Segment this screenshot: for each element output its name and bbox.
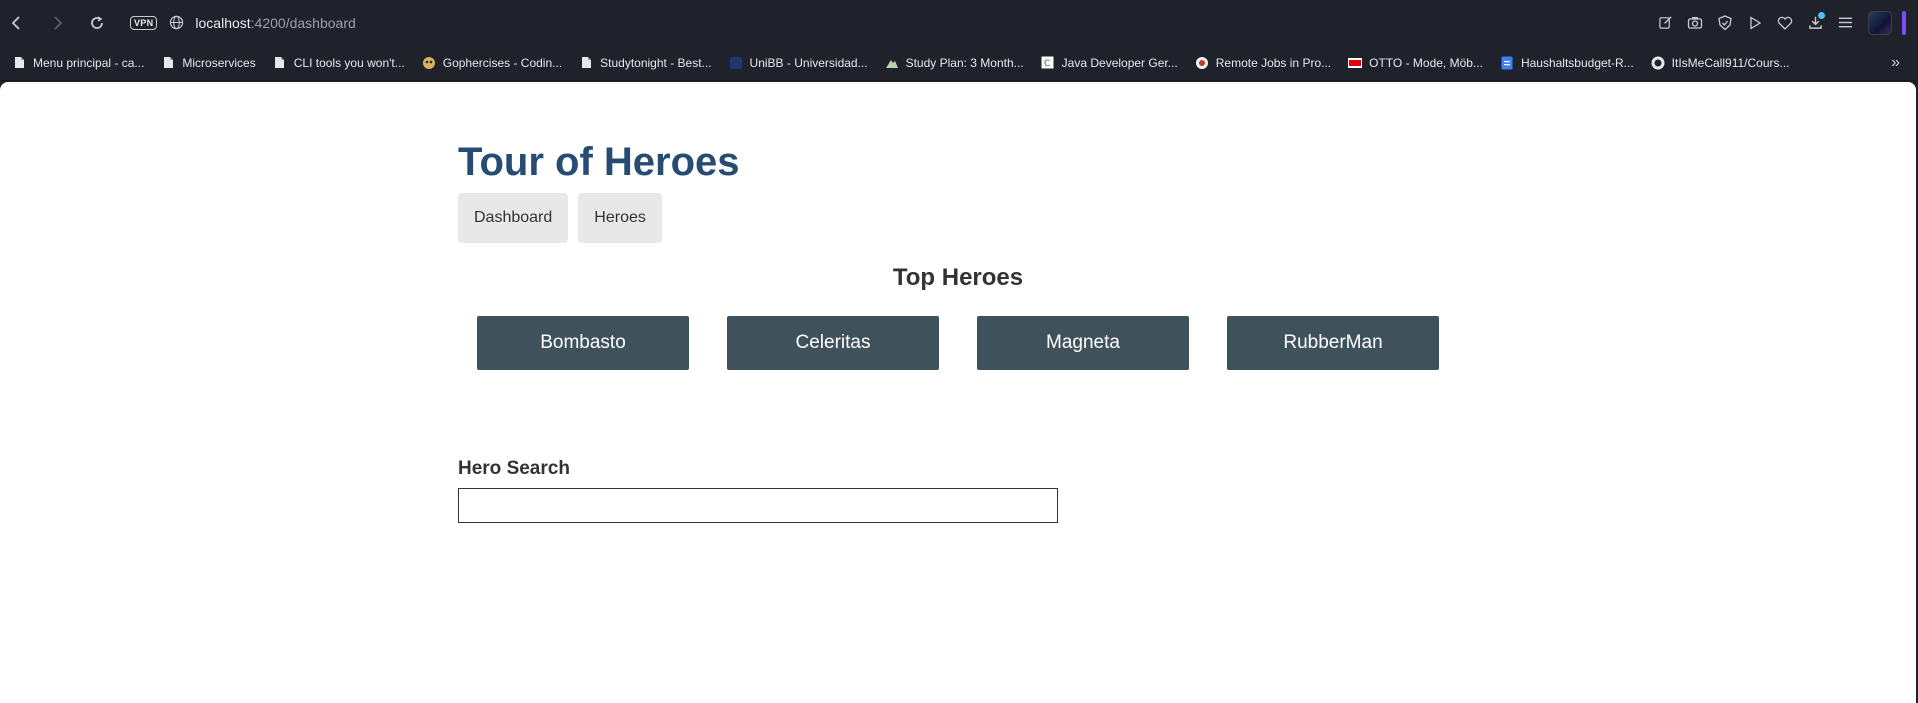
bookmarks-overflow-button[interactable]: »: [1891, 54, 1900, 72]
top-heroes-grid: Bombasto Celeritas Magneta RubberMan: [477, 316, 1439, 370]
gopher-icon: [422, 56, 436, 70]
forward-button[interactable]: [42, 8, 72, 38]
reload-icon: [91, 15, 103, 29]
unibb-icon: [729, 56, 743, 70]
bookmark-item[interactable]: Studytonight - Best...: [579, 55, 712, 70]
download-icon[interactable]: [1802, 10, 1828, 36]
bookmark-label: Studytonight - Best...: [600, 55, 712, 70]
bookmark-item[interactable]: Study Plan: 3 Month...: [885, 56, 1024, 70]
hero-card[interactable]: Magneta: [977, 316, 1189, 370]
hero-card[interactable]: Celeritas: [727, 316, 939, 370]
bookmark-item[interactable]: ItIsMeCall911/Cours...: [1651, 56, 1790, 70]
hero-search-label: Hero Search: [458, 458, 570, 479]
bookmark-item[interactable]: Menu principal - ca...: [12, 56, 144, 70]
bookmark-label: Java Developer Ger...: [1061, 55, 1178, 70]
profile-avatar[interactable]: [1868, 10, 1892, 35]
page-viewport: Tour of Heroes Dashboard Heroes Top Hero…: [0, 82, 1916, 703]
toolbar-icons: [1652, 0, 1906, 45]
otto-icon: [1348, 56, 1363, 70]
bookmark-label: OTTO - Mode, Möb...: [1369, 55, 1483, 70]
app-root: Tour of Heroes Dashboard Heroes Top Hero…: [458, 140, 1458, 523]
download-badge: [1818, 11, 1825, 19]
mountain-icon: [885, 56, 899, 70]
reload-button[interactable]: [82, 8, 112, 38]
page-icon: [12, 56, 26, 70]
page-icon: [273, 56, 287, 70]
bookmark-label: Study Plan: 3 Month...: [905, 55, 1024, 70]
bookmark-label: Remote Jobs in Pro...: [1215, 55, 1332, 70]
doc-icon: [1500, 56, 1514, 70]
bookmarks-bar: Menu principal - ca... Microservices CLI t…: [0, 45, 1918, 81]
bookmark-item[interactable]: C Java Developer Ger...: [1041, 56, 1178, 70]
c-icon: C: [1041, 56, 1055, 70]
bookmark-label: Microservices: [182, 55, 256, 70]
bookmark-label: ItIsMeCall911/Cours...: [1671, 55, 1790, 70]
bookmark-item[interactable]: CLI tools you won't...: [273, 56, 405, 70]
bookmark-item[interactable]: OTTO - Mode, Möb...: [1348, 56, 1483, 70]
nav-dashboard-link[interactable]: Dashboard: [458, 193, 569, 243]
globe-icon[interactable]: [165, 12, 187, 34]
bookmark-item[interactable]: Haushaltsbudget-R...: [1500, 56, 1634, 70]
github-icon: [1651, 56, 1665, 70]
hero-search-input[interactable]: [458, 488, 1058, 523]
edit-icon[interactable]: [1652, 10, 1678, 36]
main-nav: Dashboard Heroes: [458, 193, 1458, 243]
url-host: localhost: [195, 14, 251, 31]
back-button[interactable]: [2, 8, 32, 38]
bookmark-label: Gophercises - Codin...: [442, 55, 563, 70]
bookmark-label: Menu principal - ca...: [33, 55, 145, 70]
svg-text:C: C: [1044, 59, 1050, 69]
nav-heroes-link[interactable]: Heroes: [578, 193, 662, 243]
sidebar-accent: [1902, 10, 1906, 35]
chevron-left-icon: [11, 15, 20, 30]
bookmark-label: Haushaltsbudget-R...: [1520, 55, 1634, 70]
bookmark-item[interactable]: Remote Jobs in Pro...: [1195, 56, 1331, 70]
bookmark-item[interactable]: Microservices: [161, 55, 256, 70]
shield-icon[interactable]: [1712, 10, 1738, 36]
vpn-badge[interactable]: VPN: [130, 15, 158, 30]
browser-toolbar: VPN localhost:4200/dashboard: [0, 0, 1918, 45]
bookmark-item[interactable]: UniBB - Universidad...: [729, 56, 868, 70]
hero-card[interactable]: Bombasto: [477, 316, 689, 370]
chevron-right-icon: [54, 15, 63, 30]
camera-icon[interactable]: [1682, 10, 1708, 36]
bookmark-label: UniBB - Universidad...: [749, 55, 868, 70]
page-icon: [579, 56, 593, 70]
bookmark-item[interactable]: Gophercises - Codin...: [422, 56, 562, 70]
heart-icon[interactable]: [1772, 10, 1798, 36]
play-icon[interactable]: [1742, 10, 1768, 36]
hero-card[interactable]: RubberMan: [1227, 316, 1439, 370]
page-icon: [161, 56, 175, 70]
top-heroes-heading: Top Heroes: [892, 264, 1024, 291]
url-path: :4200/dashboard: [250, 14, 356, 31]
bookmark-label: CLI tools you won't...: [293, 55, 405, 70]
remote-icon: [1195, 56, 1209, 70]
app-title: Tour of Heroes: [458, 140, 740, 184]
address-bar[interactable]: localhost:4200/dashboard: [195, 15, 355, 31]
menu-icon[interactable]: [1832, 10, 1858, 36]
